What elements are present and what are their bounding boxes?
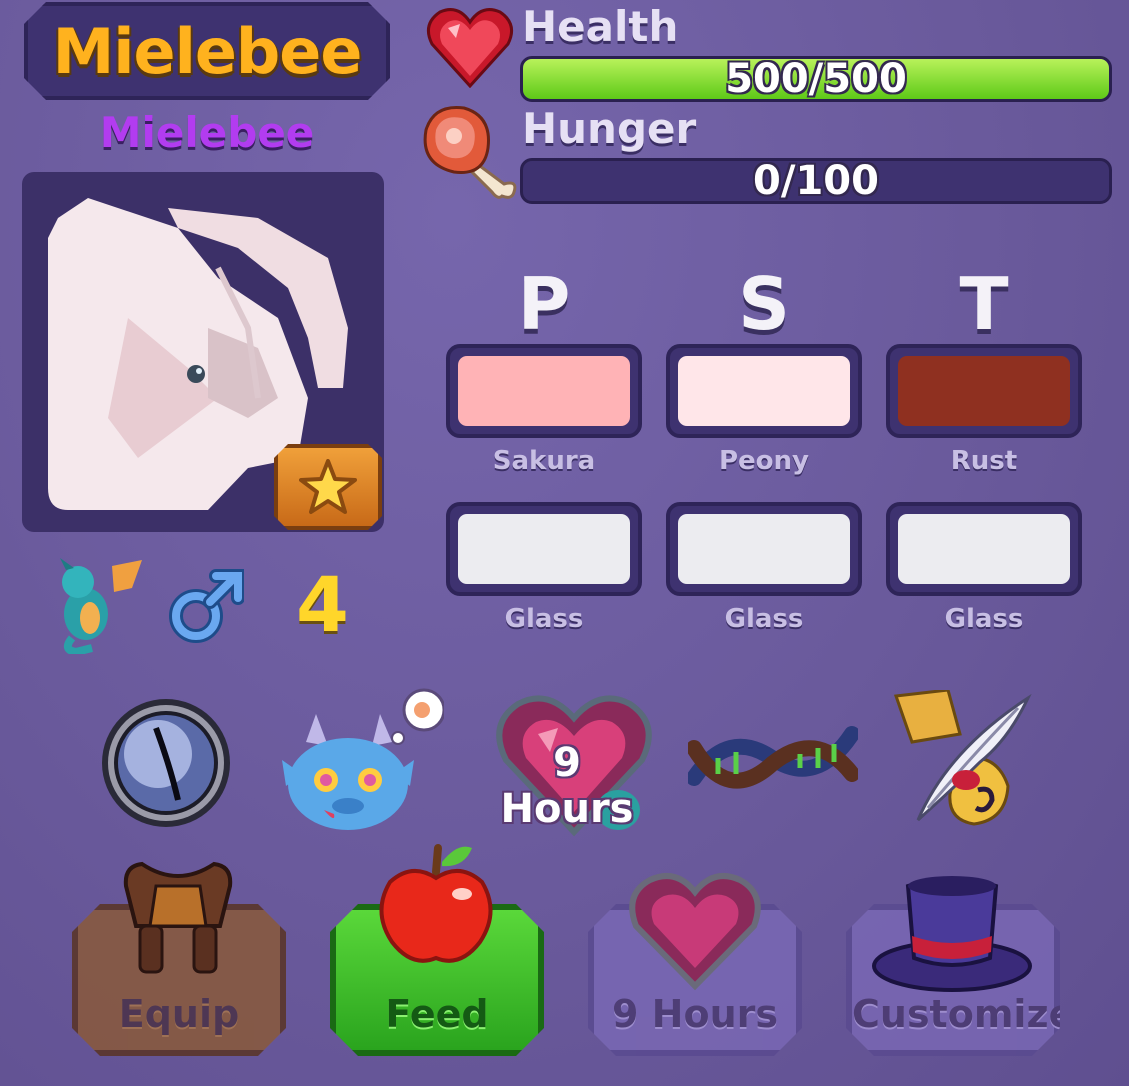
color-swatch-tertiary[interactable] [886,344,1082,438]
equip-label: Equip [118,992,240,1036]
species-dragon-icon [60,558,142,654]
pattern-name-tertiary: Glass [944,604,1024,634]
breeding-timer-label: 9 Hours [500,740,634,832]
hunger-value: 0/100 [753,158,879,204]
eye-icon[interactable] [98,696,234,830]
quill-scroll-icon[interactable] [888,690,1036,832]
mood-dragon-icon[interactable] [276,686,444,838]
apple-icon [379,844,493,963]
secondary-color-header: S [738,262,790,346]
color-swatch-primary[interactable] [446,344,642,438]
pattern-name-secondary: Glass [724,604,804,634]
tertiary-color-header: T [959,262,1009,346]
pattern-name-primary: Glass [504,604,584,634]
heart-icon [426,8,514,88]
creature-nickname: Mielebee [99,108,315,157]
customize-label: Customize [852,992,1075,1036]
color-name-primary: Sakura [492,446,596,476]
color-name-tertiary: Rust [950,446,1018,476]
color-name-secondary: Peony [718,446,809,476]
meat-drumstick-icon [423,105,517,199]
creature-level: 4 [296,560,349,649]
title-plate: Mielebee [24,2,390,100]
favorite-star-button[interactable] [274,444,382,530]
health-label: Health [522,2,679,51]
dna-icon[interactable] [688,708,858,812]
health-value: 500/500 [725,56,907,102]
pattern-swatch-secondary[interactable] [666,502,862,596]
color-swatch-secondary[interactable] [666,344,862,438]
saddle-icon [123,861,233,974]
gem-heart-icon [629,873,761,991]
hunger-label: Hunger [522,104,697,153]
male-symbol-icon [169,569,244,643]
creature-title: Mielebee [52,14,362,88]
star-icon [299,459,357,515]
primary-color-header: P [517,262,571,346]
pattern-swatch-tertiary[interactable] [886,502,1082,596]
health-bar: 500/500 [520,56,1112,102]
breed-label: 9 Hours [612,992,778,1036]
feed-label: Feed [385,992,489,1036]
pattern-swatch-primary[interactable] [446,502,642,596]
top-hat-icon [872,876,1032,992]
hunger-bar: 0/100 [520,158,1112,204]
